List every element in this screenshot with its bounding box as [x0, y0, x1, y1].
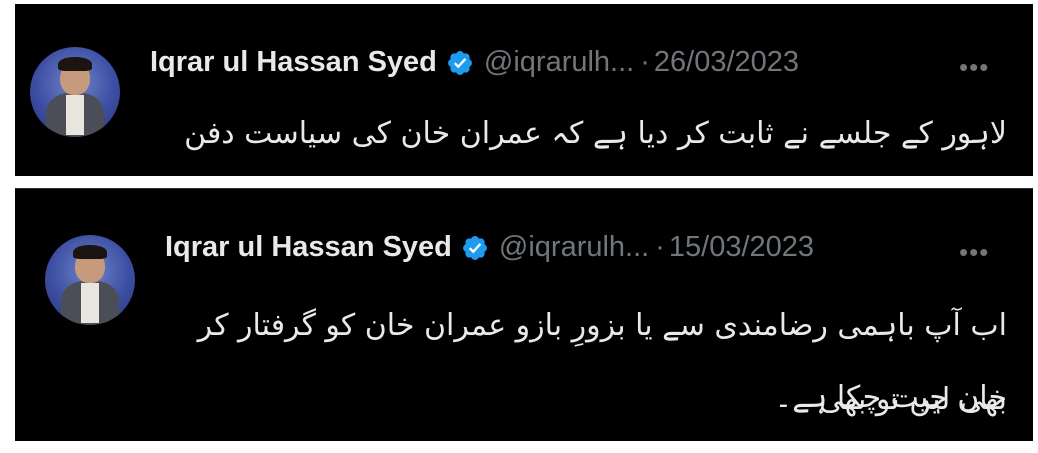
avatar-vest — [66, 95, 84, 135]
tweet-card[interactable]: Iqrar ul Hassan Syed @iqrarulh... · 26/0… — [15, 4, 1033, 176]
tweet-header: Iqrar ul Hassan Syed @iqrarulh... · 26/0… — [150, 46, 799, 79]
author-handle[interactable]: @iqrarulh... — [499, 231, 649, 264]
avatar-hair — [73, 245, 107, 259]
dot-separator: · — [655, 231, 665, 263]
tweet-text: لاہور کے جلسے نے ثابت کر دیا ہے کہ عمران… — [184, 116, 1007, 151]
more-options-icon[interactable]: ••• — [959, 52, 989, 83]
tweet-date[interactable]: 26/03/2023 — [654, 46, 799, 79]
avatar[interactable] — [30, 47, 120, 137]
tweet-text-line-2: خان جیت چکا ہے۔ — [774, 380, 1007, 415]
avatar[interactable] — [45, 235, 135, 325]
dot-separator: · — [640, 46, 650, 78]
tweet-header: Iqrar ul Hassan Syed @iqrarulh... · 15/0… — [165, 231, 814, 264]
author-name[interactable]: Iqrar ul Hassan Syed — [150, 46, 437, 79]
author-name[interactable]: Iqrar ul Hassan Syed — [165, 231, 452, 264]
tweet-card[interactable]: Iqrar ul Hassan Syed @iqrarulh... · 15/0… — [15, 188, 1033, 441]
verified-badge-icon — [447, 50, 472, 75]
more-options-icon[interactable]: ••• — [959, 237, 989, 268]
author-handle[interactable]: @iqrarulh... — [484, 46, 634, 79]
tweet-date[interactable]: 15/03/2023 — [669, 231, 814, 264]
avatar-hair — [58, 57, 92, 71]
avatar-vest — [81, 283, 99, 323]
verified-badge-icon — [462, 235, 487, 260]
